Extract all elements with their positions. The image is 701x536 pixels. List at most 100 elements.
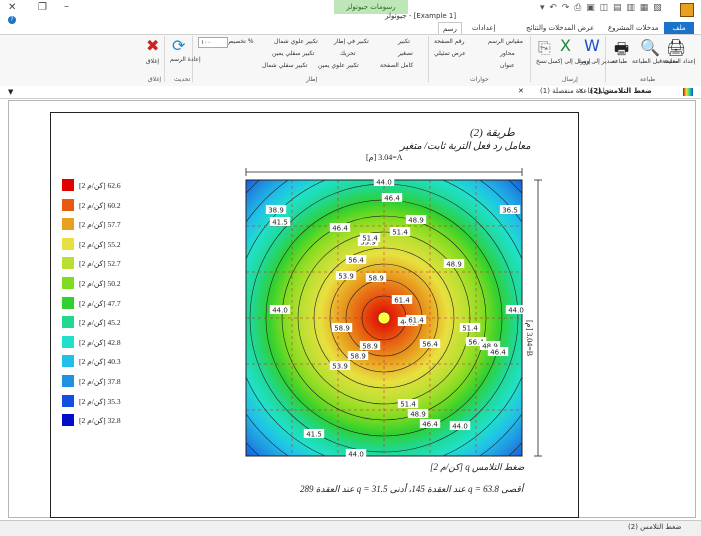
contour-label: 48.9 [405,215,427,225]
word-icon[interactable]: W [584,36,600,55]
tab-view-results[interactable]: عرض المدخلات والنتائج [522,22,598,34]
ribbon-separator [428,36,429,82]
contour-label: 51.4 [459,323,481,333]
scale-button[interactable]: مقياس الرسم [488,38,523,45]
help-icon[interactable]: ? [8,16,16,24]
svg-text:44.0: 44.0 [272,307,288,315]
tab-footing-analysis[interactable]: تحليل قاعدة منفصلة (1) [540,87,611,95]
ribbon-separator [164,36,165,82]
contour-label: 48.9 [443,259,465,269]
svg-text:51.4: 51.4 [392,229,408,237]
contour-label: 38.9 [265,205,287,215]
svg-text:58.9: 58.9 [368,275,384,283]
legend-label: [كن/م 2] 45.2 [79,318,121,328]
contour-label: 56.4 [345,255,367,265]
tab-project-inputs[interactable]: مدخلات المشروع [604,22,663,34]
legend-label: [كن/م 2] 40.3 [79,357,121,367]
contour-label: 48.9 [407,409,429,419]
redraw-icon[interactable]: ⟳ [172,36,185,55]
contour-label: 51.4 [389,227,411,237]
quick-access-toolbar[interactable]: ▾ ↶ ↷ ⎙ ▣ ◫ ▤ ▥ ▦ ▧ [540,3,663,13]
print-preview-icon[interactable]: 🔍 [640,38,660,57]
legend-label: [كن/م 2] 35.3 [79,396,121,406]
status-bar [0,520,701,536]
legend-swatch [62,316,74,329]
enlarge-bottom-left-button[interactable]: تكبير سفلي شمال [262,62,307,69]
excel-icon[interactable]: X [560,36,571,55]
close-doc-icon[interactable]: ✖ [146,36,159,55]
contour-label: 61.4 [405,315,427,325]
enlarge-top-left-button[interactable]: تكبير علوي شمال [274,38,318,45]
svg-text:51.4: 51.4 [462,325,478,333]
enlarge-bottom-right-button[interactable]: تكبير سفلي يمين [272,50,314,57]
copy-button[interactable]: نسخ [536,58,547,65]
contour-label: 58.9 [365,273,387,283]
contour-label: 44.0 [345,449,367,459]
svg-text:44.0: 44.0 [508,307,524,315]
svg-text:46.4: 46.4 [332,225,348,233]
svg-text:46.4: 46.4 [422,421,438,429]
legend-label: [كن/م 2] 55.2 [79,239,121,249]
axes-button[interactable]: محاور [500,50,515,57]
svg-text:46.4: 46.4 [384,195,400,203]
export-excel-button[interactable]: إرسال إلى إكسل [548,58,591,65]
legend-swatch [62,355,74,368]
restore-window-icon[interactable]: ❐ [38,2,47,13]
group-label-print: طباعة [640,76,656,83]
group-label-close: إغلاق [148,76,162,83]
contour-label: 41.5 [303,429,325,439]
tab-file[interactable]: ملف [664,22,694,34]
legend-swatch [62,414,74,427]
contour-label: 44.0 [269,305,291,315]
svg-text:51.4: 51.4 [400,401,416,409]
custom-zoom-label: تخصيص % [226,38,254,45]
svg-text:58.9: 58.9 [334,325,350,333]
representative-view-button[interactable]: عرض تمثيلي [434,50,466,57]
svg-text:58.9: 58.9 [350,353,366,361]
print-preview-button[interactable]: معاينة قبل الطباعة [632,58,679,65]
redraw-button[interactable]: إعادة الرسم [170,56,201,63]
contour-label: 58.9 [359,341,381,351]
full-page-button[interactable]: كامل الصفحة [380,62,413,69]
zoom-percent-input[interactable]: ١٠٠ [198,37,228,48]
svg-text:44.0: 44.0 [348,451,364,459]
legend-label: [كن/م 2] 47.7 [79,298,121,308]
close-tab-icon[interactable]: ✕ [518,87,524,95]
svg-text:51.4: 51.4 [362,235,378,243]
group-label-views: حوارات [470,76,489,83]
legend-label: [كن/م 2] 62.6 [79,181,121,190]
contour-label: 46.4 [329,223,351,233]
method-title: طريقة (2) [470,127,515,139]
svg-text:41.5: 41.5 [306,431,322,439]
group-label-frame: إطار [306,76,318,83]
svg-text:44.0: 44.0 [452,423,468,431]
svg-text:48.9: 48.9 [410,411,426,419]
contour-label: 61.4 [391,295,413,305]
zoom-in-button[interactable]: تكبير [398,38,410,45]
contour-label: 36.5 [499,205,521,215]
copy-icon[interactable]: ⎘ [538,38,551,58]
minimize-window-icon[interactable]: – [64,1,69,12]
close-doc-button[interactable]: إغلاق [146,58,159,65]
tab-menu-icon[interactable]: ▼ [8,88,13,96]
page-setup-icon[interactable]: 🖨 [666,38,686,57]
enlarge-top-right-button[interactable]: تكبير علوي يمين [318,62,359,69]
tab-settings[interactable]: إعدادات [468,22,499,34]
title-button[interactable]: عنوان [500,62,515,69]
legend-label: [كن/م 2] 50.2 [79,279,121,288]
group-label-update: تحديث [174,76,191,83]
svg-text:53.9: 53.9 [332,363,348,371]
legend-swatch [62,335,74,348]
page-number-button[interactable]: رقم الصفحة [434,38,465,45]
legend-swatch [62,179,74,191]
window-title: جيوتولز - [Example 1] [385,12,457,20]
pan-button[interactable]: تحريك [340,50,356,57]
zoom-frame-button[interactable]: تكبير في إطار [334,38,369,45]
contour-plot: 44.046.448.951.453.956.458.961.444.841.5… [245,168,542,459]
zoom-out-button[interactable]: تصغير [398,50,413,57]
legend-swatch [62,237,74,250]
close-window-icon[interactable]: ✕ [8,2,16,13]
legend-swatch [62,198,74,211]
contour-label: 56.4 [419,339,441,349]
contour-label: 46.4 [419,419,441,429]
